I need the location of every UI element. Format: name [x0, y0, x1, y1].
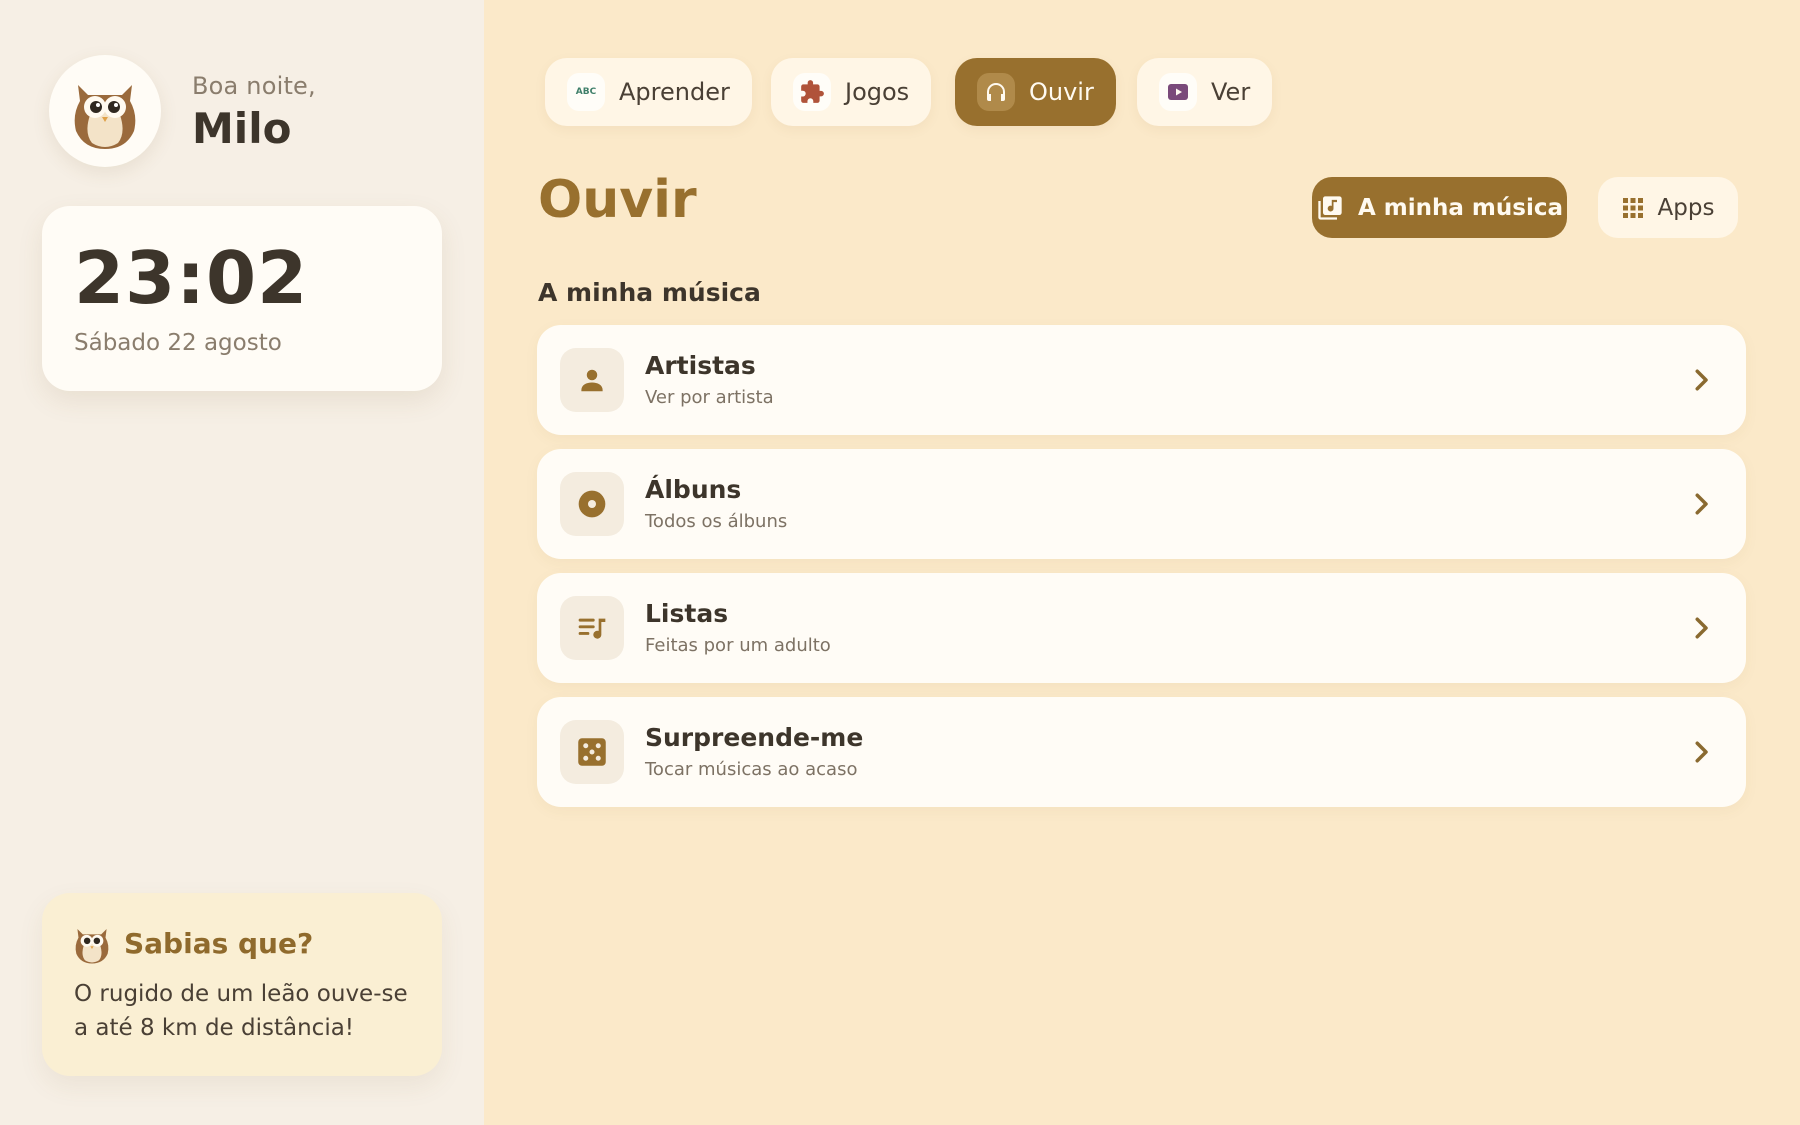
chevron-right-icon	[1695, 493, 1708, 515]
list-item-surpreende-me[interactable]: Surpreende-me Tocar músicas ao acaso	[537, 697, 1746, 807]
tab-label: Jogos	[845, 78, 910, 106]
abc-icon: ABC	[567, 73, 605, 111]
chevron-right-icon	[1695, 741, 1708, 763]
music-library-icon	[1318, 195, 1342, 220]
playlist-icon	[560, 596, 624, 660]
item-title: Artistas	[645, 351, 756, 380]
chevron-right-icon	[1695, 617, 1708, 639]
clock-date: Sábado 22 agosto	[74, 330, 282, 356]
item-subtitle: Tocar músicas ao acaso	[645, 759, 858, 780]
section-title: A minha música	[538, 278, 761, 307]
clock-time: 23:02	[74, 236, 309, 320]
dice-icon	[560, 720, 624, 784]
apps-button[interactable]: Apps	[1598, 177, 1738, 238]
tab-label: Aprender	[619, 78, 730, 106]
list-item-listas[interactable]: Listas Feitas por um adulto	[537, 573, 1746, 683]
owl-icon	[75, 928, 109, 964]
list-item-albuns[interactable]: Álbuns Todos os álbuns	[537, 449, 1746, 559]
tab-label: Ver	[1211, 78, 1251, 106]
headphones-icon	[977, 73, 1015, 111]
tab-ouvir[interactable]: Ouvir	[955, 58, 1116, 126]
item-title: Listas	[645, 599, 729, 628]
fun-fact-card: Sabias que? O rugido de um leão ouve-se …	[42, 893, 442, 1076]
grid-icon	[1622, 197, 1643, 218]
tab-label: Ouvir	[1029, 78, 1094, 106]
tab-aprender[interactable]: ABC Aprender	[545, 58, 752, 126]
puzzle-icon	[793, 73, 831, 111]
tab-jogos[interactable]: Jogos	[771, 58, 932, 126]
item-subtitle: Todos os álbuns	[645, 511, 788, 532]
item-title: Surpreende-me	[645, 723, 864, 752]
owl-icon	[74, 85, 136, 149]
avatar[interactable]	[49, 55, 161, 167]
my-music-button[interactable]: A minha música	[1312, 177, 1567, 238]
disc-icon	[560, 472, 624, 536]
fun-fact-title: Sabias que?	[124, 926, 314, 960]
list-item-artistas[interactable]: Artistas Ver por artista	[537, 325, 1746, 435]
fun-fact-header: Sabias que?	[72, 921, 313, 965]
my-music-label: A minha música	[1357, 194, 1563, 221]
item-subtitle: Feitas por um adulto	[645, 635, 831, 656]
play-icon	[1159, 73, 1197, 111]
abc-glyph: ABC	[575, 87, 597, 97]
apps-label: Apps	[1657, 194, 1715, 221]
item-title: Álbuns	[645, 475, 742, 504]
tab-ver[interactable]: Ver	[1137, 58, 1273, 126]
sidebar: Boa noite, Milo 23:02 Sábado 22 agosto S…	[0, 0, 484, 1125]
user-name: Milo	[192, 104, 292, 153]
item-subtitle: Ver por artista	[645, 387, 774, 408]
chevron-right-icon	[1695, 369, 1708, 391]
page-title: Ouvir	[538, 170, 697, 230]
clock-card: 23:02 Sábado 22 agosto	[42, 206, 442, 391]
fun-fact-text: O rugido de um leão ouve-se a até 8 km d…	[74, 981, 408, 1041]
person-icon	[560, 348, 624, 412]
greeting: Boa noite,	[192, 72, 316, 100]
